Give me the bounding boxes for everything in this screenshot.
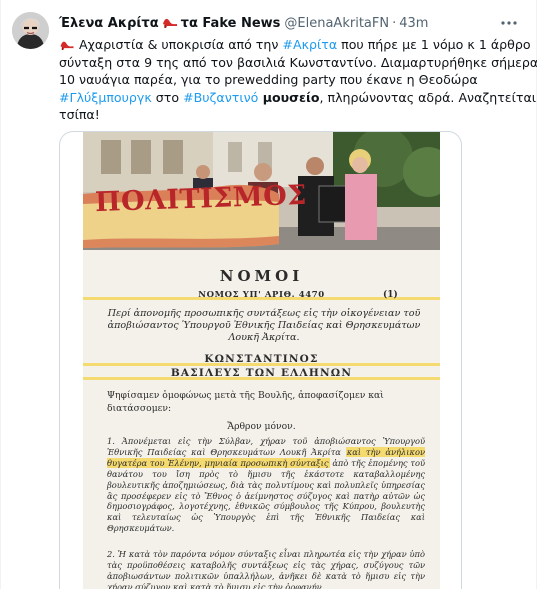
doc-intro: Ψηφίσαμεν ὁμοφώνως μετὰ τῆς Βουλῆς, ἀποφ… [107, 390, 384, 414]
hashtag-vyzantino[interactable]: #Βυζαντινό [183, 90, 258, 105]
text-segment: που πήρε με 1 νόμο κ 1 άρθρο [337, 37, 531, 52]
avatar[interactable] [12, 12, 49, 49]
tweet-text-line-2: σύνταξη στα 9 της από τον βασιλιά Κωνστα… [59, 54, 537, 70]
text-bold-segment: μουσείο [258, 89, 320, 105]
doc-paragraph-2: 2. Ἡ κατὰ τὸν παρόντα νόμον σύνταξις εἶν… [107, 549, 425, 589]
separator-dot: · [392, 15, 397, 31]
more-options-button[interactable] [498, 12, 520, 34]
author-display-name[interactable]: Έλενα Ακρίτα [59, 16, 159, 31]
tweet-header: Έλενα Ακρίτα τα Fake News @ElenaAkritaFN… [59, 13, 496, 33]
law-document: ΝΟΜΟΙ ΝΟΜΟΣ ΥΠ' ΑΡΙΘ. 4470 (1) Περί ἀπον… [83, 250, 440, 589]
hashtag-glyxmpourgk[interactable]: #Γλύξμπουργκ [59, 90, 152, 105]
doc-king-heading: ΚΩΝΣΤΑΝΤΙΝΟΣ ΒΑΣΙΛΕΥΣ ΤΩΝ ΕΛΛΗΝΩΝ [83, 352, 440, 380]
protest-photo: ΠΟΛΙΤΙΣΜΟΣ [83, 132, 440, 250]
doc-subtitle: Περί ἀπονομῆς προσωπικῆς συντάξεως εἰς τ… [107, 308, 421, 343]
text-segment: Αχαριστία & υποκρισία από την [79, 37, 283, 52]
protest-banner-text: ΠΟΛΙΤΙΣΜΟΣ [94, 179, 308, 219]
doc-p1-end: ἀπὸ τῆς ἐπομένης τοῦ θανάτου του ἴση πρὸ… [107, 457, 426, 534]
tweet-timestamp[interactable]: 43m [399, 16, 428, 31]
doc-paragraph-1: 1. Ἀπονέμεται εἰς τὴν Σύλβαν, χήραν τοῦ … [107, 436, 425, 534]
tweet-media[interactable]: ΠΟΛΙΤΙΣΜΟΣ ΝΟΜΟΙ ΝΟΜΟΣ ΥΠ' ΑΡΙΘ. 4470 (1… [59, 131, 462, 589]
author-name-suffix[interactable]: τα Fake News [181, 16, 281, 31]
high-heel-icon [59, 37, 79, 52]
high-heel-icon [162, 15, 178, 32]
tweet-text-line-1: Αχαριστία & υποκρισία από την #Ακρίτα πο… [59, 36, 531, 54]
doc-bracket: (1) [383, 290, 398, 300]
author-handle[interactable]: @ElenaAkritaFN [284, 16, 389, 31]
doc-article-heading: Ἄρθρον μόνον. [227, 421, 296, 432]
tweet-text: Αχαριστία & υποκρισία από την #Ακρίτα πο… [59, 36, 537, 124]
more-horizontal-icon [501, 21, 517, 25]
doc-title: ΝΟΜΟΙ [219, 267, 304, 285]
media-image[interactable]: ΠΟΛΙΤΙΣΜΟΣ ΝΟΜΟΙ ΝΟΜΟΣ ΥΠ' ΑΡΙΘ. 4470 (1… [83, 132, 440, 589]
doc-king-line-1: ΚΩΝΣΤΑΝΤΙΝΟΣ [83, 352, 440, 366]
tweet-text-line-4: #Γλύξμπουργκ στο #Βυζαντινό μουσείο, πλη… [59, 89, 536, 107]
hashtag-akrita[interactable]: #Ακρίτα [282, 37, 337, 52]
text-segment: , πληρώνοντας αδρά. Αναζητείται [319, 89, 537, 105]
text-segment: στο [151, 89, 184, 105]
tweet-text-line-5: τσίπα! [59, 107, 100, 122]
doc-king-line-2: ΒΑΣΙΛΕΥΣ ΤΩΝ ΕΛΛΗΝΩΝ [83, 366, 440, 380]
avatar-photo [12, 12, 49, 49]
tweet[interactable]: Έλενα Ακρίτα τα Fake News @ElenaAkritaFN… [0, 0, 537, 589]
tweet-text-line-3: 10 ναυάγια παρέα, για το prewedding part… [59, 72, 478, 87]
